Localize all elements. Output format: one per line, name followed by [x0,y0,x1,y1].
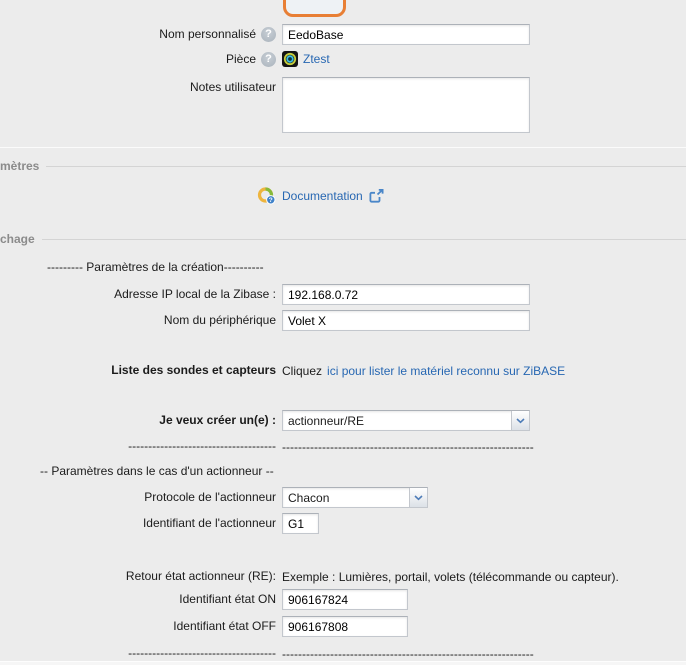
help-icon[interactable]: ? [261,52,276,67]
dash-left: ------------------------------------- [128,439,276,454]
create-type-label: Je veux créer un(e) : [159,413,276,428]
retour-etat-label: Retour état actionneur (RE): [126,569,276,584]
external-link-icon[interactable] [369,189,384,203]
dashed-separator: ------------------------------------- --… [0,439,686,454]
piece-link[interactable]: Ztest [303,52,330,66]
documentation-link[interactable]: Documentation [282,189,363,203]
row-ip: Adresse IP local de la Zibase : [0,284,686,305]
retour-etat-example: Exemple : Lumières, portail, volets (tél… [282,570,619,584]
room-lens-icon [282,51,298,67]
dash-right: ----------------------------------------… [282,440,534,454]
row-piece: Pièce ? Ztest [0,51,686,67]
row-etat-on: Identifiant état ON [0,589,686,610]
row-etat-off: Identifiant état OFF [0,616,686,637]
sondes-list-link[interactable]: ici pour lister le matériel reconnu sur … [327,364,565,378]
etat-off-label: Identifiant état OFF [173,619,276,634]
creation-header: --------- Paramètres de la création-----… [47,260,686,274]
row-notes: Notes utilisateur [0,77,686,133]
notes-textarea[interactable] [282,77,530,133]
actionneur-id-label: Identifiant de l'actionneur [143,516,276,531]
etat-on-input[interactable] [282,589,408,610]
notes-label: Notes utilisateur [190,80,276,95]
row-actionneur-id: Identifiant de l'actionneur [0,513,686,534]
chevron-down-icon[interactable] [409,488,427,507]
etat-on-label: Identifiant état ON [179,592,276,607]
chevron-down-icon[interactable] [511,411,529,430]
sondes-prefix: Cliquez [282,364,322,378]
protocole-label: Protocole de l'actionneur [144,490,276,505]
device-name-input[interactable] [282,310,530,331]
create-type-select[interactable]: actionneur/RE [282,410,530,431]
partial-orange-button[interactable] [283,0,346,17]
dash-left: ------------------------------------- [128,646,276,661]
nom-personnalise-input[interactable] [282,24,530,45]
row-retour-etat: Retour état actionneur (RE): Exemple : L… [0,569,686,584]
device-config-page: Nom personnalisé ? Pièce ? Ztest Notes u… [0,0,686,665]
help-doc-icon: ? [257,186,276,205]
svg-text:?: ? [269,197,273,204]
sondes-label: Liste des sondes et capteurs [111,363,276,378]
help-icon[interactable]: ? [261,27,276,42]
device-name-label: Nom du périphérique [164,313,276,328]
actionneur-id-input[interactable] [282,513,319,534]
create-type-value: actionneur/RE [283,414,511,428]
ip-label: Adresse IP local de la Zibase : [114,287,276,302]
protocole-value: Chacon [283,491,409,505]
ip-input[interactable] [282,284,530,305]
section-parametres: mètres [0,159,686,173]
piece-label: Pièce [226,52,256,67]
divider [0,147,686,148]
actionneur-header-text: -- Paramètres dans le cas d'un actionneu… [40,464,274,478]
nom-personnalise-label: Nom personnalisé [159,27,256,42]
protocole-select[interactable]: Chacon [282,487,428,508]
bottom-strip [0,661,686,665]
row-protocole: Protocole de l'actionneur Chacon [0,487,686,508]
etat-off-input[interactable] [282,616,408,637]
section-affichage-label: chage [0,232,35,246]
row-create-type: Je veux créer un(e) : actionneur/RE [0,410,686,431]
row-sondes: Liste des sondes et capteurs Cliquez ici… [0,363,686,378]
section-parametres-label: mètres [0,159,39,173]
section-line [42,239,686,240]
dash-right: ----------------------------------------… [282,647,534,661]
documentation-row: ? Documentation [257,186,384,205]
row-device-name: Nom du périphérique [0,310,686,331]
row-nom-personnalise: Nom personnalisé ? [0,24,686,45]
dashed-separator: ------------------------------------- --… [0,646,686,661]
section-line [46,166,686,167]
creation-header-text: --------- Paramètres de la création-----… [47,260,264,274]
actionneur-header: -- Paramètres dans le cas d'un actionneu… [40,464,686,478]
section-affichage: chage [0,232,686,246]
